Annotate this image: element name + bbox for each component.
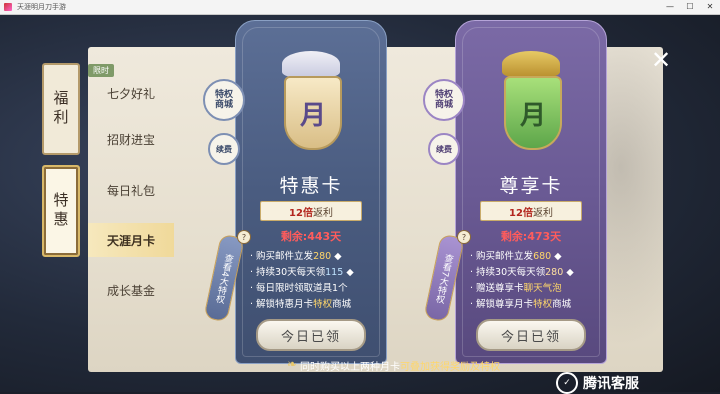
renew-label: 续费	[436, 144, 452, 154]
benefit-highlight: 特权	[533, 299, 553, 310]
game-scene: 福利 特惠 限时 七夕好礼 招财进宝 每日礼包 天涯月卡 成长基金 特权 商城 …	[0, 15, 720, 394]
renew-button[interactable]: 续费	[208, 133, 240, 165]
benefit-item: · 解锁特惠月卡特权商城	[250, 299, 352, 310]
brand-logo-icon: ✓	[556, 372, 578, 394]
emblem-crown	[282, 51, 340, 77]
benefit-item: · 解锁尊享月卡特权商城	[470, 299, 572, 310]
benefit-text: 持续30天每天领	[476, 267, 546, 278]
brand-text: 腾讯客服	[583, 376, 639, 392]
question-icon[interactable]: ?	[457, 230, 471, 244]
renew-button[interactable]: 续费	[428, 133, 460, 165]
submenu-item-fortune[interactable]: 招财进宝	[88, 122, 174, 156]
monthly-card-value: 特权 商城 续费 月 特惠卡 12倍 返利 剩余:443天 · 购买邮件立发280…	[203, 20, 387, 364]
claim-today-button[interactable]: 今日已领	[256, 319, 366, 351]
category-tab-label: 特惠	[51, 192, 70, 230]
currency-icon: ◆	[554, 251, 562, 262]
benefit-text: 购买邮件立发	[476, 251, 534, 262]
brand-watermark: ✓ 腾讯客服	[556, 372, 639, 394]
emblem-char: 月	[299, 100, 326, 131]
privilege-shop-tag[interactable]: 特权 商城	[203, 79, 245, 121]
submenu-item-label: 招财进宝	[106, 132, 155, 147]
submenu-item-label: 七夕好礼	[106, 86, 155, 101]
submenu-item-qixi[interactable]: 七夕好礼	[88, 76, 174, 110]
rebate-ribbon: 12倍 返利	[480, 201, 582, 221]
privilege-shop-tag[interactable]: 特权 商城	[423, 79, 465, 121]
remaining-days: 剩余:443天	[280, 230, 342, 243]
app-icon	[4, 3, 12, 11]
feather-icon: ❧	[287, 357, 298, 371]
minimize-button[interactable]: —	[660, 0, 680, 14]
benefit-value: 680	[533, 251, 552, 262]
footer-highlight: 可叠加获得奖励及特权	[400, 362, 500, 373]
submenu-item-label: 天涯月卡	[106, 233, 155, 248]
benefit-item: · 持续30天每天领115 ◆	[250, 267, 354, 278]
moon-emblem: 月	[504, 76, 562, 150]
benefit-text: 商城	[552, 299, 572, 310]
benefit-text: 赠送尊享卡	[476, 283, 524, 294]
benefit-value: 280	[545, 267, 564, 278]
moon-emblem: 月	[284, 76, 342, 150]
close-icon[interactable]: ✕	[650, 48, 672, 72]
category-tab-special[interactable]: 特惠	[42, 165, 80, 257]
benefit-item: · 购买邮件立发680 ◆	[470, 251, 562, 262]
question-icon[interactable]: ?	[237, 230, 251, 244]
benefit-item: · 每日限时领取道具1个	[250, 283, 348, 294]
tag-label: 特权 商城	[214, 90, 233, 110]
view-privileges-label: 查看7大特权	[433, 252, 454, 304]
benefit-text: 商城	[332, 299, 352, 310]
benefit-text: 解锁特惠月卡	[256, 299, 314, 310]
card-title: 尊享卡	[499, 175, 563, 197]
emblem-crown	[502, 51, 560, 77]
rebate-ribbon: 12倍 返利	[260, 201, 362, 221]
benefit-value: 115	[325, 267, 344, 278]
benefit-value: 280	[313, 251, 332, 262]
remaining-days: 剩余:473天	[500, 230, 562, 243]
submenu-item-label: 成长基金	[106, 283, 155, 298]
submenu-item-growth-fund[interactable]: 成长基金	[88, 273, 174, 307]
claim-today-button[interactable]: 今日已领	[476, 319, 586, 351]
benefit-item: · 购买邮件立发280 ◆	[250, 251, 342, 262]
benefit-item: · 赠送尊享卡聊天气泡	[470, 283, 562, 294]
window-close-button[interactable]: ✕	[700, 0, 720, 14]
rebate-multiplier: 12倍	[289, 207, 313, 219]
benefit-text: 持续30天每天领	[256, 267, 326, 278]
renew-label: 续费	[216, 144, 232, 154]
submenu-item-monthly-card[interactable]: 天涯月卡	[88, 223, 174, 257]
benefit-list: · 购买邮件立发280 ◆ · 持续30天每天领115 ◆ · 每日限时领取道具…	[250, 249, 382, 313]
footer-note: 同时购买以上两种月卡可叠加获得奖励及特权	[300, 358, 500, 373]
submenu-item-label: 每日礼包	[106, 183, 155, 198]
category-tab-welfare[interactable]: 福利	[42, 63, 80, 155]
rebate-label: 返利	[312, 207, 333, 219]
benefit-text: 每日限时领取道具1个	[256, 283, 348, 294]
window-titlebar: 天涯明月刀手游 — ☐ ✕	[0, 0, 720, 15]
benefit-highlight: 特权	[313, 299, 333, 310]
rebate-multiplier: 12倍	[509, 207, 533, 219]
footer-text: 同时购买以上两种月卡	[300, 362, 400, 373]
benefit-item: · 持续30天每天领280 ◆	[470, 267, 574, 278]
benefit-highlight: 聊天气泡	[523, 283, 562, 294]
benefit-text: 解锁尊享月卡	[476, 299, 534, 310]
emblem-char: 月	[519, 100, 546, 131]
currency-icon: ◆	[334, 251, 342, 262]
category-tab-label: 福利	[51, 90, 70, 128]
currency-icon: ◆	[566, 267, 574, 278]
submenu-item-daily-pack[interactable]: 每日礼包	[88, 173, 174, 207]
maximize-button[interactable]: ☐	[680, 0, 700, 14]
tag-label: 特权 商城	[434, 90, 453, 110]
monthly-card-premium: 特权 商城 续费 月 尊享卡 12倍 返利 剩余:473天 · 购买邮件立发680…	[423, 20, 607, 364]
currency-icon: ◆	[346, 267, 354, 278]
benefit-text: 购买邮件立发	[256, 251, 314, 262]
window-title: 天涯明月刀手游	[17, 3, 66, 11]
card-title: 特惠卡	[279, 175, 343, 197]
submenu: 限时 七夕好礼 招财进宝 每日礼包 天涯月卡 成长基金	[88, 55, 174, 355]
view-privileges-label: 查看4大特权	[213, 252, 234, 304]
rebate-label: 返利	[532, 207, 553, 219]
benefit-list: · 购买邮件立发680 ◆ · 持续30天每天领280 ◆ · 赠送尊享卡聊天气…	[470, 249, 602, 313]
